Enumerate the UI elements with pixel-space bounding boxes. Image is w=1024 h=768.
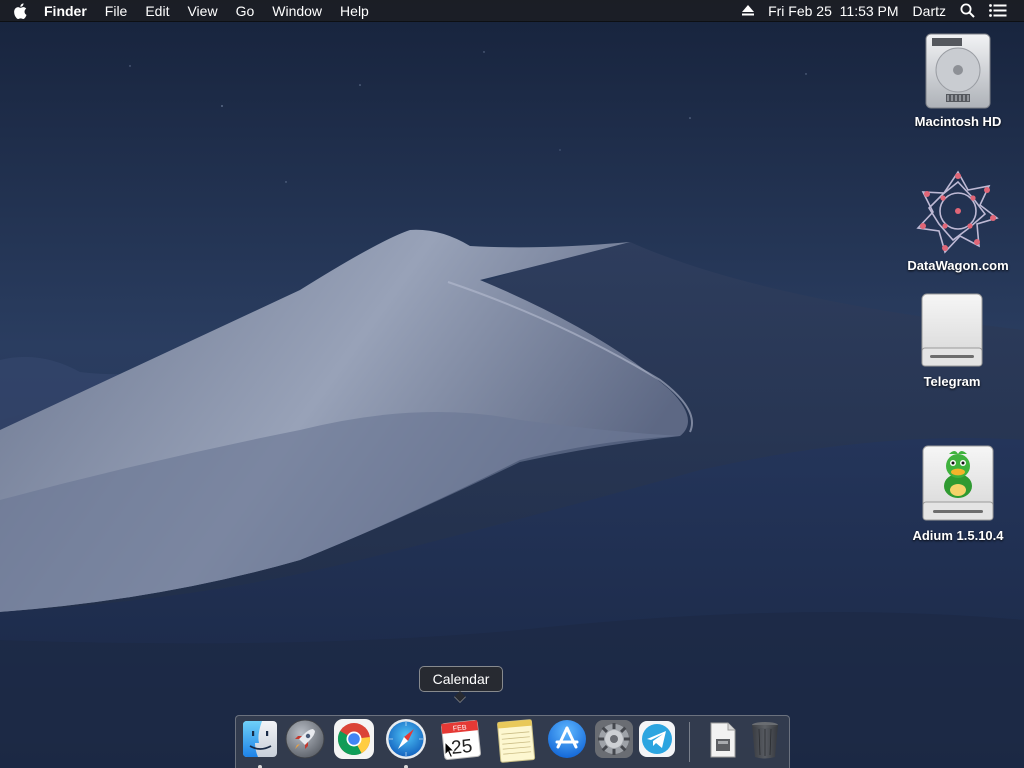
desktop-icon-label: Macintosh HD — [914, 114, 1002, 129]
notification-center-button[interactable] — [982, 4, 1014, 17]
desktop-icon-label: DataWagon.com — [907, 258, 1009, 273]
user-menu[interactable]: Dartz — [906, 0, 953, 22]
notification-center-icon — [989, 4, 1007, 17]
calendar-month: FEB — [453, 724, 468, 732]
dock-item-notes[interactable] — [493, 716, 539, 766]
menu-view[interactable]: View — [178, 0, 226, 22]
desktop-icon-macintosh-hd[interactable]: Macintosh HD — [898, 30, 1018, 129]
dock-item-finder[interactable] — [237, 716, 283, 768]
desktop-icon-telegram[interactable]: Telegram — [892, 292, 1012, 389]
dock-item-trash[interactable] — [742, 716, 788, 766]
desktop-icon-adium[interactable]: Adium 1.5.10.4 — [898, 444, 1018, 543]
menu-edit[interactable]: Edit — [136, 0, 178, 22]
notes-icon — [497, 719, 536, 763]
app-store-icon — [548, 720, 586, 758]
disk-image-icon — [921, 293, 983, 367]
dock-separator — [689, 722, 690, 762]
desktop-icon-label: Adium 1.5.10.4 — [912, 528, 1004, 543]
dock-item-app-store[interactable] — [544, 716, 590, 766]
hard-drive-icon — [925, 33, 991, 109]
gear-icon — [595, 720, 633, 758]
spotlight-search-icon — [960, 3, 975, 18]
trash-icon — [752, 722, 778, 759]
menubar-clock[interactable]: Fri Feb 25 11:53 PM — [761, 0, 905, 22]
dock-item-launchpad[interactable] — [282, 716, 328, 766]
chrome-icon — [334, 719, 374, 759]
finder-icon — [243, 721, 277, 757]
desktop-icon-label: Telegram — [923, 374, 981, 389]
desktop-wallpaper — [0, 0, 1024, 768]
app-menu-finder[interactable]: Finder — [40, 0, 96, 22]
mouse-pointer-icon — [444, 741, 456, 759]
menu-help[interactable]: Help — [331, 0, 378, 22]
eject-menu-button[interactable] — [735, 5, 761, 16]
menu-bar: Finder File Edit View Go Window Help Fri… — [0, 0, 1024, 22]
dock-tooltip-label: Calendar — [432, 671, 490, 687]
document-icon — [710, 722, 736, 758]
launchpad-rocket-icon — [285, 719, 325, 759]
menu-go[interactable]: Go — [227, 0, 264, 22]
eject-icon — [742, 5, 755, 16]
dock-item-chrome[interactable] — [331, 716, 377, 766]
dock-item-telegram[interactable] — [634, 716, 680, 766]
desktop-icon-datawagon[interactable]: DataWagon.com — [898, 168, 1018, 273]
dock-tooltip: Calendar — [419, 666, 503, 703]
dock: FEB 25 — [235, 715, 790, 768]
dock-item-downloads[interactable] — [699, 716, 745, 766]
telegram-plane-icon — [639, 721, 675, 757]
menu-file[interactable]: File — [96, 0, 137, 22]
apple-menu-button[interactable] — [0, 0, 40, 22]
dock-item-safari[interactable] — [383, 716, 429, 768]
spotlight-button[interactable] — [953, 3, 982, 18]
apple-logo-icon — [14, 2, 27, 19]
safari-compass-icon — [386, 719, 426, 759]
adium-duck-icon — [922, 445, 994, 521]
menu-window[interactable]: Window — [263, 0, 331, 22]
datawagon-logo-icon — [916, 170, 999, 254]
dock-item-system-preferences[interactable] — [591, 716, 637, 766]
